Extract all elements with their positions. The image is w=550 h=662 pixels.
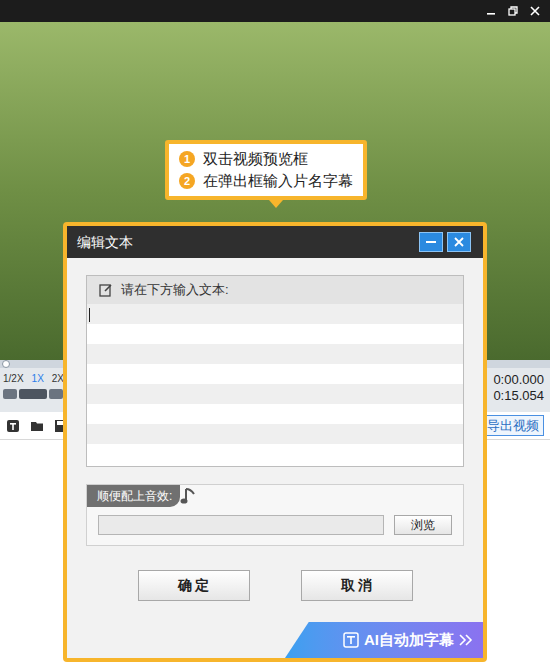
- title-bar: [0, 0, 550, 22]
- browse-button[interactable]: 浏览: [394, 515, 452, 535]
- speed-option[interactable]: 1X: [32, 372, 44, 386]
- dialog-title-bar: 编辑文本: [67, 226, 483, 258]
- edit-icon: [99, 283, 113, 297]
- folder-icon[interactable]: [30, 419, 44, 433]
- speed-slider-icon[interactable]: [19, 389, 47, 399]
- step-number: 1: [179, 151, 195, 167]
- cancel-button[interactable]: 取 消: [301, 570, 413, 601]
- step-text: 在弹出框输入片名字幕: [203, 171, 353, 191]
- text-input[interactable]: [87, 304, 463, 466]
- rewind-icon[interactable]: [3, 389, 17, 399]
- speed-options: 1/2X1X2X: [3, 372, 64, 386]
- step-text: 双击视频预览框: [203, 149, 308, 169]
- current-time: 0:00.000: [493, 372, 544, 388]
- callout: 1 双击视频预览框 2 在弹出框输入片名字幕: [165, 140, 367, 200]
- speed-option[interactable]: 1/2X: [3, 372, 24, 386]
- edit-text-dialog: 编辑文本 请在下方输入文本:: [63, 222, 487, 662]
- chevrons-icon: [459, 634, 473, 646]
- dialog-title: 编辑文本: [77, 232, 133, 253]
- step-number: 2: [179, 173, 195, 189]
- callout-step: 2 在弹出框输入片名字幕: [179, 171, 353, 191]
- callout-step: 1 双击视频预览框: [179, 149, 353, 169]
- music-note-icon: [180, 486, 198, 506]
- ai-subtitle-banner[interactable]: AI自动加字幕: [285, 622, 483, 658]
- sound-label: 顺便配上音效:: [97, 487, 172, 505]
- callout-arrow: [269, 200, 283, 208]
- text-prompt: 请在下方输入文本:: [121, 280, 229, 300]
- text-panel: 请在下方输入文本:: [86, 275, 464, 467]
- sound-section: 顺便配上音效: 浏览: [86, 484, 464, 546]
- dialog-close-icon[interactable]: [447, 232, 471, 252]
- progress-knob[interactable]: [2, 360, 10, 368]
- sound-path-input[interactable]: [98, 515, 384, 535]
- text-icon[interactable]: [6, 419, 20, 433]
- ai-subtitle-label: AI自动加字幕: [364, 629, 454, 652]
- total-time: 0:15.054: [493, 388, 544, 404]
- forward-icon[interactable]: [49, 389, 63, 399]
- export-button[interactable]: 导出视频: [482, 415, 544, 437]
- minimize-icon[interactable]: [486, 6, 496, 16]
- dialog-minimize-icon[interactable]: [419, 232, 443, 252]
- restore-icon[interactable]: [508, 6, 518, 16]
- text-caret: [89, 308, 90, 322]
- subtitle-icon: [343, 632, 359, 648]
- ok-button[interactable]: 确 定: [138, 570, 250, 601]
- close-icon[interactable]: [530, 6, 540, 16]
